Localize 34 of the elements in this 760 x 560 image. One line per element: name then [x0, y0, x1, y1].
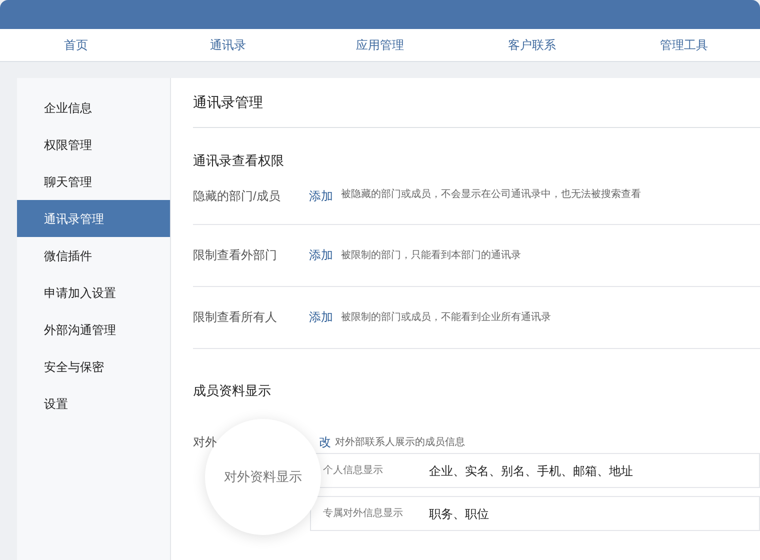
row-description: 被隐藏的部门或成员，不会显示在公司通讯录中，也无法被搜索查看: [341, 188, 641, 202]
sidebar-item[interactable]: 企业信息: [17, 89, 170, 126]
sidebar-item[interactable]: 通讯录管理: [17, 200, 170, 237]
sidebar-item[interactable]: 微信插件: [17, 237, 170, 274]
add-link[interactable]: 添加: [309, 308, 333, 326]
sidebar-item[interactable]: 聊天管理: [17, 163, 170, 200]
row-description: 被限制的部门或成员，不能看到企业所有通讯录: [341, 310, 551, 324]
nav-item[interactable]: 通讯录: [152, 36, 304, 54]
edit-link[interactable]: 改: [319, 433, 331, 451]
section-title: 成员资料显示: [193, 382, 272, 400]
row-description: 对外部联系人展示的成员信息: [335, 436, 465, 450]
info-label: 个人信息显示: [322, 464, 384, 478]
nav-item[interactable]: 管理工具: [608, 36, 760, 54]
info-value: 企业、实名、别名、手机、邮箱、地址: [429, 462, 633, 480]
section-title: 通讯录查看权限: [193, 152, 285, 170]
row-label: 限制查看所有人: [193, 309, 278, 326]
row-label: 隐藏的部门/成员: [193, 188, 282, 204]
magnifier-text: 对外资料显示: [224, 468, 302, 486]
sidebar-item[interactable]: 外部沟通管理: [17, 311, 170, 348]
sidebar-item[interactable]: 设置: [17, 385, 170, 422]
nav-item[interactable]: 客户联系: [456, 36, 608, 54]
nav-item[interactable]: 首页: [0, 36, 152, 54]
info-label: 专属对外信息显示: [322, 506, 404, 521]
row-label: 限制查看外部门: [193, 247, 278, 264]
sidebar-item[interactable]: 申请加入设置: [17, 274, 170, 311]
add-link[interactable]: 添加: [309, 246, 333, 264]
add-link[interactable]: 添加: [309, 186, 333, 204]
sidebar-item[interactable]: 权限管理: [17, 126, 170, 163]
row-label: 对外: [193, 434, 218, 451]
row-description: 被限制的部门，只能看到本部门的通讯录: [341, 248, 521, 262]
info-value: 职务、职位: [429, 506, 489, 522]
sidebar-item[interactable]: 安全与保密: [17, 348, 170, 385]
page-title: 通讯录管理: [193, 78, 760, 128]
nav-item[interactable]: 应用管理: [304, 36, 456, 54]
